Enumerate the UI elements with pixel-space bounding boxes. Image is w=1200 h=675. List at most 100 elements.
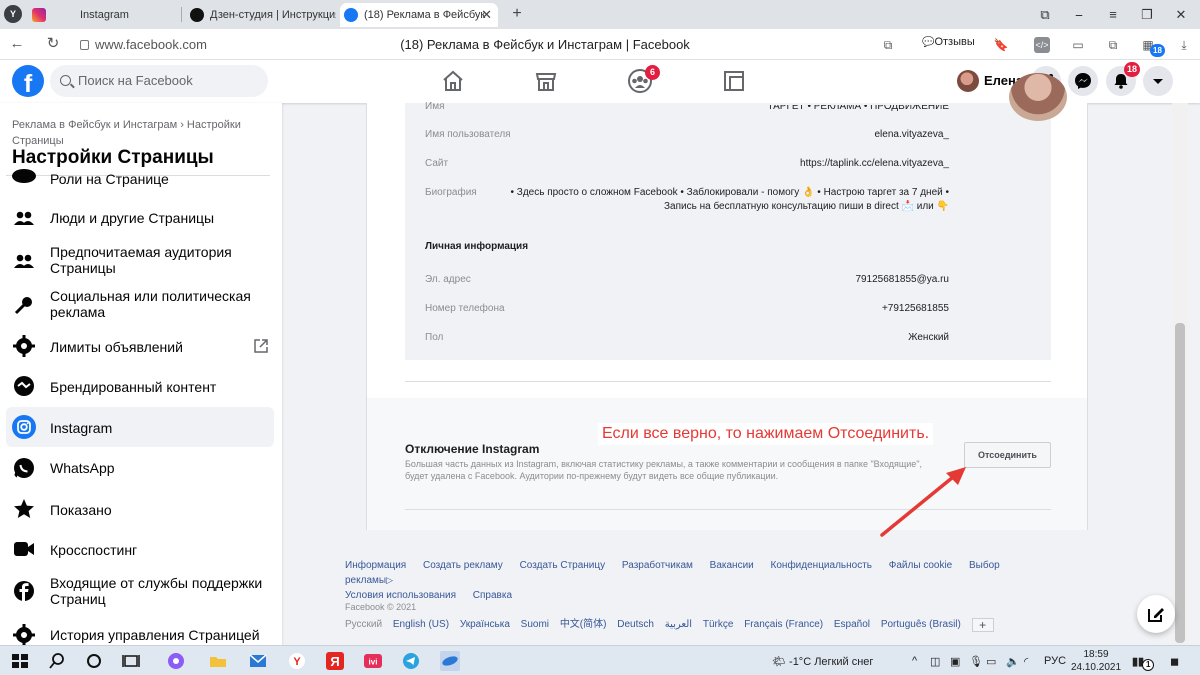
yandex-icon[interactable]: Я — [325, 651, 345, 671]
account-button[interactable] — [1143, 66, 1173, 96]
yandex-browser-icon[interactable]: Y — [287, 651, 307, 671]
translate-icon[interactable]: ⧉ — [880, 37, 896, 53]
sidebar-item-preferred-audience[interactable]: Предпочитаемая аудитория Страницы — [6, 241, 274, 281]
new-message-button[interactable] — [1137, 595, 1175, 633]
avatar[interactable] — [957, 70, 979, 92]
footer-link[interactable]: Условия использования — [345, 590, 456, 601]
footer-link[interactable]: Создать рекламу — [423, 560, 503, 571]
task-view-icon[interactable] — [121, 651, 141, 671]
footer-link[interactable]: Конфиденциальность — [771, 560, 872, 571]
new-tab-button[interactable]: + — [508, 5, 526, 23]
footer-link[interactable]: Создать Страницу — [520, 560, 606, 571]
footer-link[interactable]: Справка — [473, 590, 512, 601]
footer-link[interactable]: Файлы cookie — [889, 560, 952, 571]
search-icon[interactable] — [47, 651, 67, 671]
language-link[interactable]: Português (Brasil) — [881, 619, 961, 630]
bookmark-icon[interactable]: 🔖 — [993, 37, 1009, 53]
language-current: Русский — [345, 619, 383, 630]
marketplace-icon[interactable] — [533, 68, 559, 94]
minimize-button[interactable]: ⎯ — [1064, 0, 1094, 29]
footer-copyright: Facebook © 2021 — [345, 602, 417, 612]
mail-icon[interactable] — [248, 651, 268, 671]
sidebar-item-page-history[interactable]: История управления Страницей — [6, 619, 274, 645]
ivi-icon[interactable]: ivi — [363, 651, 383, 671]
messenger-button[interactable] — [1068, 66, 1098, 96]
sidebar-item-political-ads[interactable]: Социальная или политическая реклама — [6, 285, 274, 325]
sidebar-item-page-roles[interactable]: Роли на Странице — [6, 169, 274, 189]
language-link[interactable]: Deutsch — [617, 619, 654, 630]
ad-choices-icon: ▷ — [386, 575, 393, 585]
windows-start-icon[interactable] — [10, 651, 30, 671]
footer-link[interactable]: Вакансии — [710, 560, 754, 571]
annotation-text: Если все верно, то нажимаем Отсоединить. — [598, 423, 934, 445]
download-icon[interactable]: ⤓ — [1176, 37, 1192, 53]
wifi-icon[interactable]: ◜ — [1024, 655, 1028, 668]
language-link[interactable]: Türkçe — [703, 619, 734, 630]
clock-date: 24.10.2021 — [1070, 662, 1122, 673]
sidebar-item-label: Кросспостинг — [50, 542, 138, 558]
weather-widget[interactable]: 🌤 -1°C Легкий снег — [772, 655, 873, 668]
page-title: Настройки Страницы — [12, 147, 214, 168]
footer-link[interactable]: Разработчикам — [622, 560, 693, 571]
telegram-icon[interactable] — [401, 651, 421, 671]
language-link[interactable]: English (US) — [393, 619, 449, 630]
tab-dzen[interactable]: Дзен-студия | Инструкция — [186, 3, 336, 27]
sidebar-item-people[interactable]: Люди и другие Страницы — [6, 201, 274, 235]
browser-taskbar-icon[interactable] — [440, 651, 460, 671]
sidebar-item-branded-content[interactable]: Брендированный контент — [6, 369, 274, 403]
volume-icon[interactable]: 🔈 — [1006, 655, 1020, 668]
svg-text:Я: Я — [330, 654, 339, 669]
sidebar-item-instagram[interactable]: Instagram — [6, 407, 274, 447]
browser-logo-icon[interactable]: Y — [4, 5, 22, 23]
gaming-icon[interactable] — [721, 68, 747, 94]
alice-icon[interactable] — [166, 651, 186, 671]
star-icon — [14, 499, 34, 518]
language-link[interactable]: العربية — [665, 619, 692, 630]
email-label: Эл. адрес — [425, 274, 471, 285]
breadcrumb[interactable]: Реклама в Фейсбук и Инстаграм › Настройк… — [12, 117, 242, 149]
language-link[interactable]: Suomi — [521, 619, 549, 630]
sidebar-item-ad-limits[interactable]: Лимиты объявлений — [6, 329, 274, 363]
battery-extension-icon[interactable]: ▭ — [1070, 37, 1086, 53]
sidebar-item-label: Брендированный контент — [50, 379, 217, 395]
tray-chevron-icon[interactable]: ^ — [912, 655, 917, 667]
microphone-icon[interactable]: 🎙 — [969, 655, 983, 668]
close-tab-icon[interactable]: ✕ — [481, 3, 492, 27]
extension-icon[interactable]: ⧉ — [1105, 37, 1121, 53]
home-icon[interactable] — [440, 68, 466, 94]
reviews-button[interactable]: 💬Отзывы — [922, 36, 975, 48]
file-explorer-icon[interactable] — [208, 651, 228, 671]
devtools-extension-icon[interactable]: </> — [1034, 37, 1050, 53]
sidebar-scrollbar[interactable] — [276, 103, 282, 645]
language-link[interactable]: Español — [834, 619, 870, 630]
menu-icon[interactable]: ≡ — [1098, 0, 1128, 29]
cortana-icon[interactable] — [84, 651, 104, 671]
gear-icon — [13, 624, 35, 645]
language-link[interactable]: 中文(简体) — [560, 619, 607, 630]
tray-app-icon[interactable]: ▣ — [950, 655, 960, 668]
divider — [405, 381, 1051, 382]
language-indicator[interactable]: РУС — [1044, 655, 1066, 667]
bookmarks-icon[interactable]: ⧉ — [1030, 0, 1060, 29]
sidebar-item-crossposting[interactable]: Кросспостинг — [6, 532, 274, 566]
footer-link[interactable]: Информация — [345, 560, 406, 571]
facebook-logo-icon[interactable]: f — [12, 65, 44, 98]
close-window-button[interactable]: ✕ — [1166, 0, 1196, 29]
main-scrollbar[interactable] — [1172, 103, 1188, 645]
language-link[interactable]: Українська — [460, 619, 510, 630]
network-icon[interactable]: ▭ — [986, 655, 996, 668]
show-desktop-icon[interactable]: ◼ — [1170, 655, 1179, 668]
tab-instagram[interactable]: Instagram — [28, 3, 178, 27]
language-link[interactable]: Français (France) — [744, 619, 823, 630]
restore-button[interactable]: ❐ — [1132, 0, 1162, 29]
sidebar-item-featured[interactable]: Показано — [6, 492, 274, 526]
scrollbar-thumb[interactable] — [1175, 323, 1185, 643]
search-input[interactable]: Поиск на Facebook — [50, 65, 268, 97]
more-languages-button[interactable]: + — [971, 618, 994, 632]
site-value[interactable]: https://taplink.cc/elena.vityazeva_ — [800, 158, 949, 169]
tab-facebook[interactable]: (18) Реклама в Фейсбук ✕ — [340, 3, 498, 27]
clock[interactable]: 18:59 24.10.2021 — [1066, 648, 1126, 674]
tray-app-icon[interactable]: ◫ — [930, 655, 940, 668]
sidebar-item-whatsapp[interactable]: WhatsApp — [6, 451, 274, 485]
sidebar-item-support-inbox[interactable]: Входящие от службы поддержки Страниц — [6, 571, 274, 611]
